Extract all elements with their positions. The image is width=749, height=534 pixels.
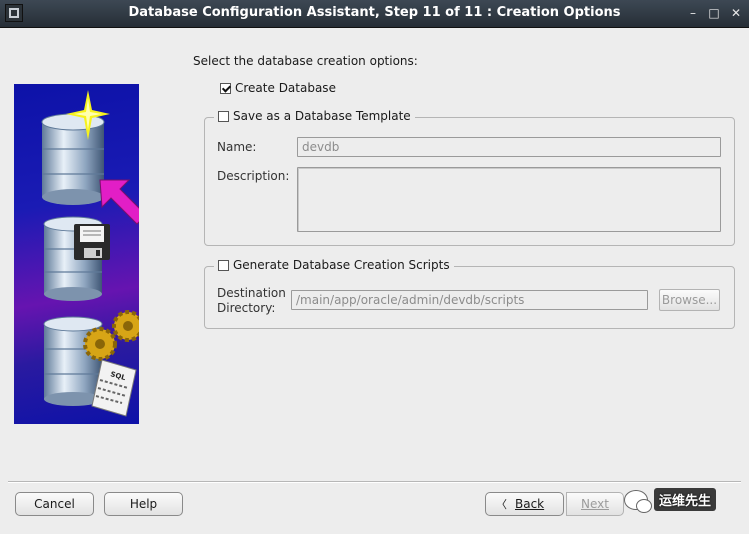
save-template-label: Save as a Database Template <box>233 109 411 123</box>
next-button[interactable]: Next <box>566 492 624 516</box>
title-bar: Database Configuration Assistant, Step 1… <box>0 0 749 28</box>
watermark-text: 运维先生 <box>654 488 717 511</box>
generate-scripts-label: Generate Database Creation Scripts <box>233 258 450 272</box>
back-label: Back <box>515 497 545 511</box>
help-button[interactable]: Help <box>104 492 183 516</box>
pointer-arrow-icon <box>99 179 139 225</box>
checkbox-checked-icon[interactable] <box>220 82 231 94</box>
generate-scripts-checkbox[interactable]: Generate Database Creation Scripts <box>214 258 454 272</box>
destination-directory-input[interactable]: /main/app/oracle/admin/devdb/scripts <box>291 290 648 310</box>
back-button[interactable]: 〈 Back <box>485 492 564 516</box>
chevron-left-icon: 〈 <box>496 498 507 511</box>
footer-separator <box>8 481 741 483</box>
checkbox-unchecked-icon[interactable] <box>218 259 229 271</box>
browse-button[interactable]: Browse... <box>659 289 720 311</box>
create-database-checkbox[interactable]: Create Database <box>220 81 336 95</box>
wechat-icon <box>624 489 652 513</box>
checkbox-unchecked-icon[interactable] <box>218 110 229 122</box>
maximize-button[interactable]: □ <box>704 3 724 23</box>
close-button[interactable]: ✕ <box>726 3 746 23</box>
create-database-label: Create Database <box>235 81 336 95</box>
template-description-label: Description: <box>217 169 290 183</box>
window-title: Database Configuration Assistant, Step 1… <box>128 5 621 20</box>
cancel-button[interactable]: Cancel <box>15 492 94 516</box>
options-prompt: Select the database creation options: <box>193 54 418 68</box>
wizard-illustration: SQL <box>14 84 139 424</box>
destination-label-line2: Directory: <box>217 301 276 315</box>
database-cylinder-icon <box>41 113 105 205</box>
wechat-watermark: 运维先生 <box>624 488 717 513</box>
template-name-input[interactable]: devdb <box>297 137 721 157</box>
minimize-button[interactable]: – <box>683 3 703 23</box>
floppy-disk-icon <box>74 224 110 260</box>
template-name-label: Name: <box>217 140 257 154</box>
save-template-checkbox[interactable]: Save as a Database Template <box>214 109 415 123</box>
next-label: Next <box>581 497 609 511</box>
template-description-textarea[interactable] <box>297 167 721 232</box>
destination-label-line1: Destination <box>217 286 286 300</box>
